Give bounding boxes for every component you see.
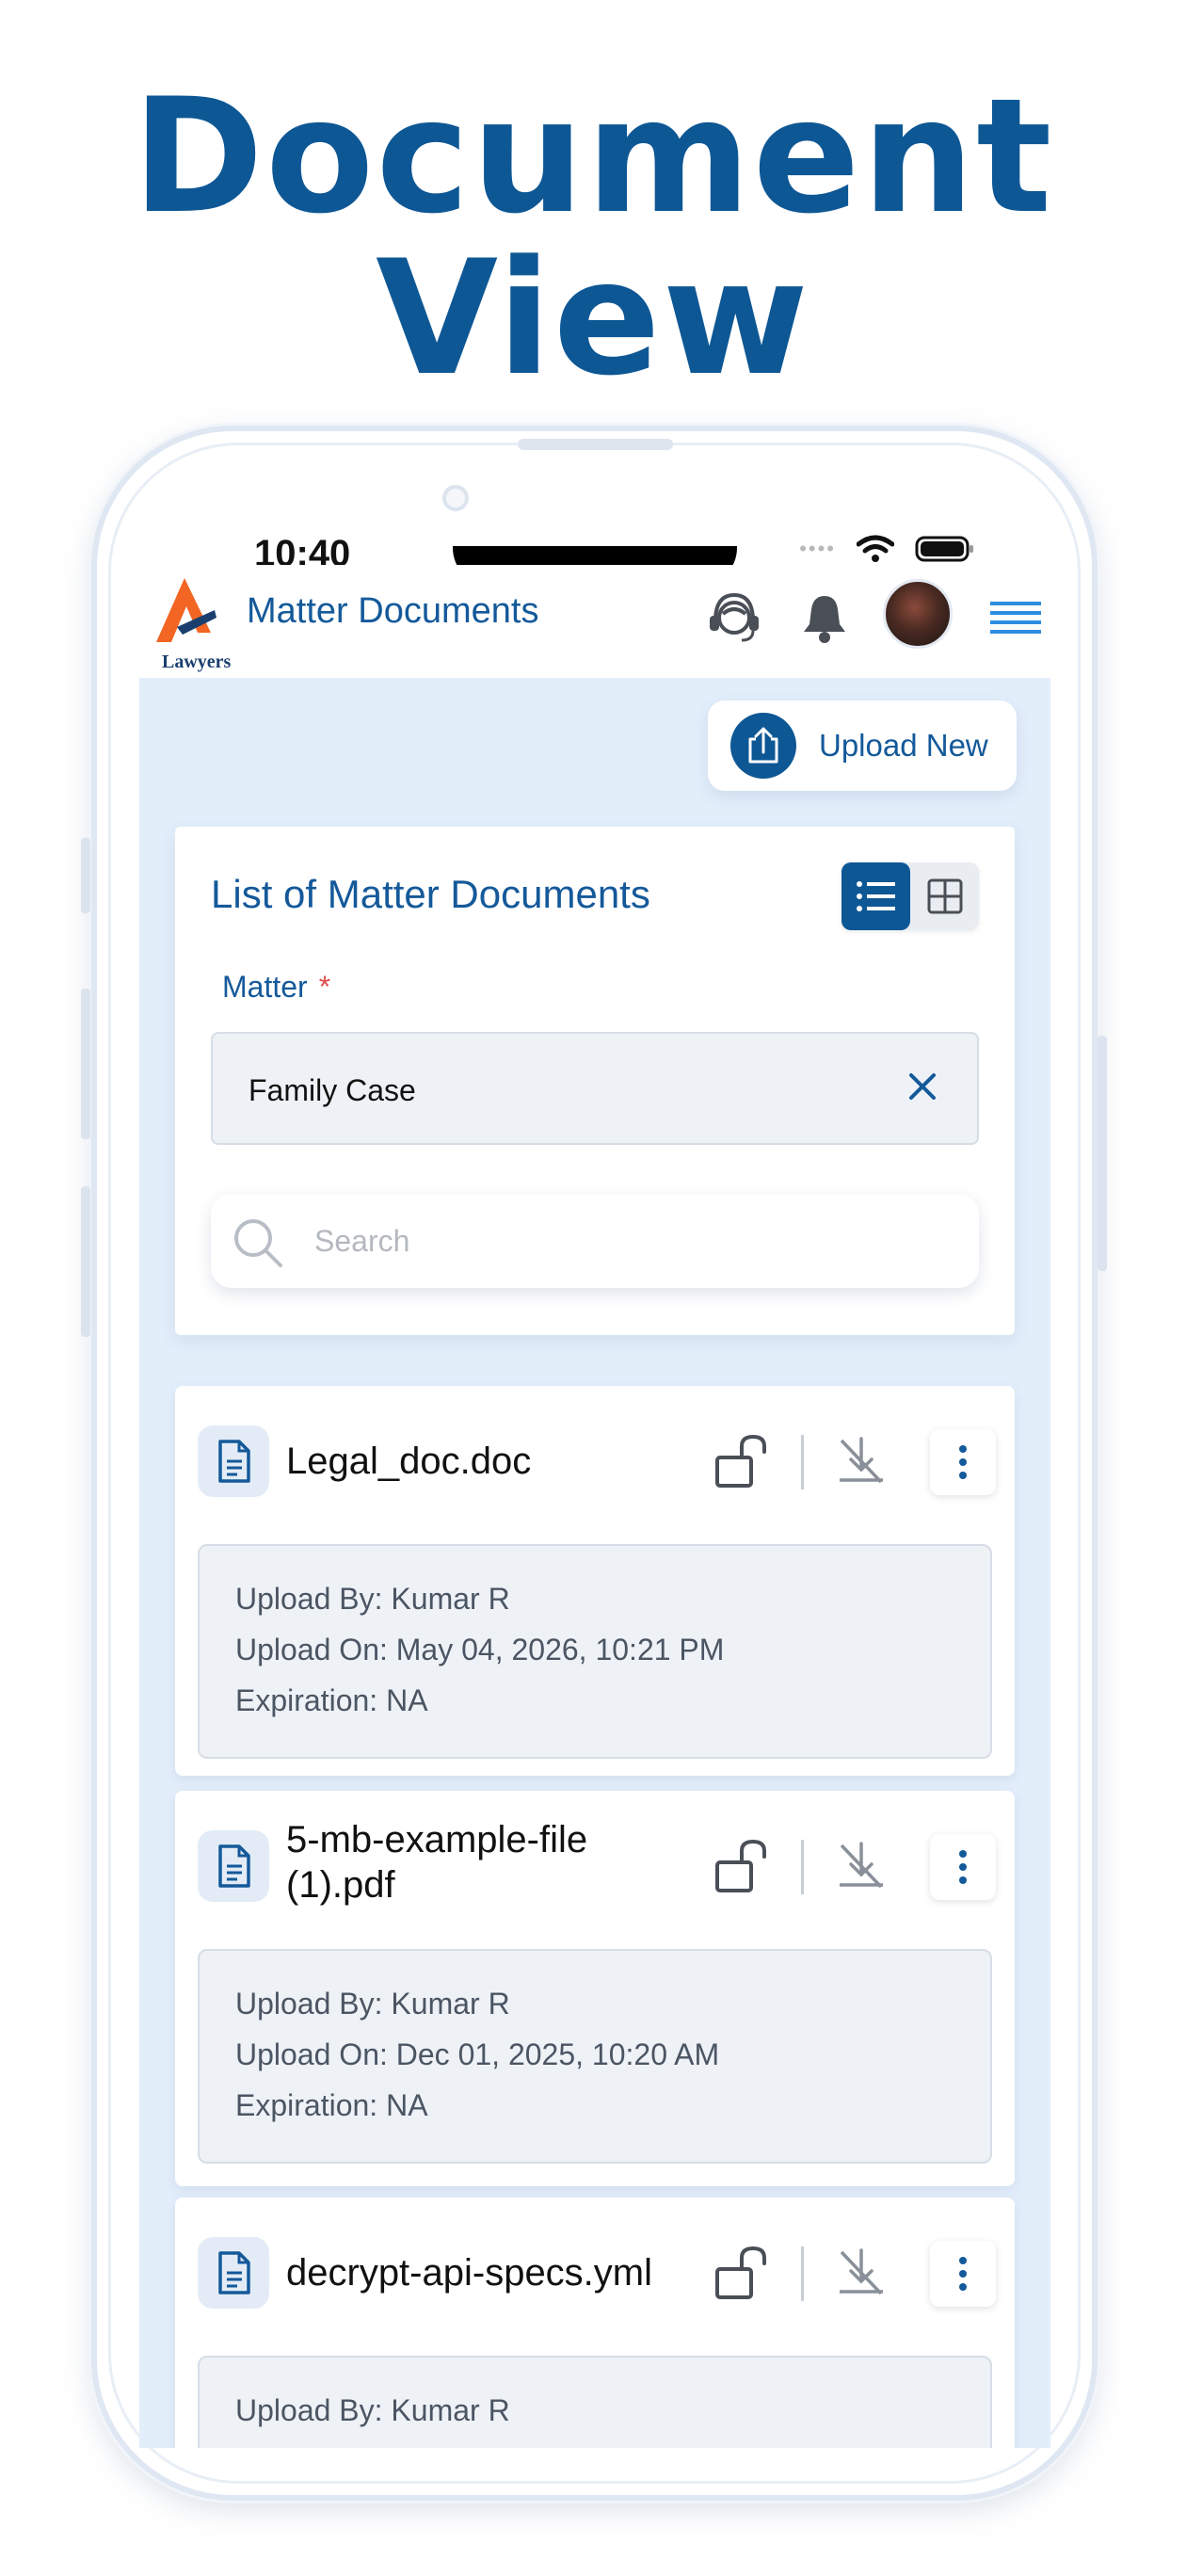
document-name: decrypt-api-specs.yml <box>286 2252 653 2294</box>
document-card[interactable]: decrypt-api-specs.yml Upload By: Kumar R <box>175 2198 1015 2448</box>
logo-text: Lawyers <box>162 652 232 672</box>
more-options-button[interactable] <box>930 1429 996 1495</box>
logo-mark-icon <box>156 578 216 642</box>
upload-new-button[interactable]: Upload New <box>708 700 1017 791</box>
app-logo[interactable]: Lawyers <box>149 574 231 672</box>
more-vertical-icon <box>959 1445 967 1479</box>
promo-title-line1: Document <box>132 64 1054 249</box>
avatar <box>883 579 953 649</box>
app-screen: 10:40 •••• Lawyers Matter Documents Uplo… <box>139 527 1050 2448</box>
phone-volume-down <box>81 1186 90 1337</box>
document-card[interactable]: 5-mb-example-file (1).pdf Upload By: Kum… <box>175 1791 1015 2186</box>
upload-by: Upload By: Kumar R <box>235 2393 510 2427</box>
main-content: Upload New List of Matter Documents Matt… <box>139 678 1050 2448</box>
download-disabled-icon[interactable] <box>834 1838 889 1892</box>
signal-icon: •••• <box>799 537 836 560</box>
document-icon-badge <box>198 1425 269 1497</box>
hamburger-menu-icon <box>990 602 1041 634</box>
search-icon <box>234 1219 282 1267</box>
battery-icon <box>915 536 973 562</box>
more-options-button[interactable] <box>930 1834 996 1900</box>
phone-power-button <box>1098 1036 1107 1271</box>
document-meta: Upload By: Kumar R Upload On: May 04, 20… <box>198 1544 992 1759</box>
upload-on: Upload On: Dec 01, 2025, 10:20 AM <box>235 2037 720 2071</box>
document-name: Legal_doc.doc <box>286 1441 532 1482</box>
unlock-icon[interactable] <box>713 1838 774 1894</box>
wifi-icon <box>857 535 894 562</box>
document-meta: Upload By: Kumar R <box>198 2356 992 2448</box>
upload-new-label: Upload New <box>819 728 988 763</box>
action-divider <box>801 2246 804 2301</box>
matter-documents-card: List of Matter Documents Matter * Family… <box>175 827 1015 1335</box>
required-asterisk: * <box>318 970 331 1004</box>
unlock-icon[interactable] <box>713 2245 774 2301</box>
expiration: Expiration: NA <box>235 1683 428 1717</box>
support-button[interactable] <box>704 588 764 648</box>
search-box <box>211 1194 979 1288</box>
matter-label-text: Matter <box>222 970 308 1004</box>
upload-by: Upload By: Kumar R <box>235 1582 510 1616</box>
close-icon <box>909 1073 936 1100</box>
list-title: List of Matter Documents <box>211 872 650 916</box>
matter-select-value: Family Case <box>248 1073 416 1107</box>
phone-speaker <box>518 439 673 450</box>
grid-view-button[interactable] <box>910 862 979 930</box>
grid-view-icon <box>927 878 962 914</box>
bell-icon <box>804 596 845 643</box>
document-icon-badge <box>198 1830 269 1902</box>
upload-by: Upload By: Kumar R <box>235 1987 510 2021</box>
matter-select[interactable]: Family Case <box>211 1032 979 1145</box>
download-disabled-icon[interactable] <box>834 1433 889 1488</box>
header-title: Matter Documents <box>247 591 539 631</box>
upload-icon-circle <box>730 713 796 779</box>
document-icon <box>218 1844 250 1888</box>
more-vertical-icon <box>959 2257 967 2291</box>
promo-title-line2: View <box>376 226 810 411</box>
upload-icon <box>748 727 778 764</box>
headset-icon <box>710 592 759 642</box>
phone-side-button <box>81 838 90 913</box>
action-divider <box>801 1435 804 1489</box>
user-avatar-button[interactable] <box>883 579 953 649</box>
more-vertical-icon <box>959 1850 967 1884</box>
phone-volume-up <box>81 989 90 1139</box>
more-options-button[interactable] <box>930 2241 996 2307</box>
clear-matter-button[interactable] <box>904 1068 941 1110</box>
document-meta: Upload By: Kumar R Upload On: Dec 01, 20… <box>198 1949 992 2164</box>
expiration: Expiration: NA <box>235 2088 428 2122</box>
phone-camera <box>442 485 469 511</box>
document-icon-badge <box>198 2237 269 2309</box>
status-icons: •••• <box>799 535 975 563</box>
list-view-icon <box>856 881 895 911</box>
unlock-icon[interactable] <box>713 1433 774 1489</box>
upload-on: Upload On: May 04, 2026, 10:21 PM <box>235 1633 725 1666</box>
document-icon <box>218 1440 250 1483</box>
matter-field-label: Matter * <box>222 970 330 1005</box>
document-name: 5-mb-example-file (1).pdf <box>286 1819 588 1906</box>
app-header: Lawyers Matter Documents <box>139 565 1050 678</box>
view-toggle <box>841 862 979 930</box>
notifications-button[interactable] <box>802 588 847 648</box>
action-divider <box>801 1840 804 1894</box>
download-disabled-icon[interactable] <box>834 2245 889 2299</box>
document-card[interactable]: Legal_doc.doc Upload By: Kumar R Upload … <box>175 1386 1015 1776</box>
promo-title: Document View <box>0 75 1186 399</box>
menu-button[interactable] <box>990 588 1041 648</box>
document-icon <box>218 2251 250 2294</box>
list-view-button[interactable] <box>841 862 910 930</box>
search-input[interactable] <box>314 1216 936 1265</box>
